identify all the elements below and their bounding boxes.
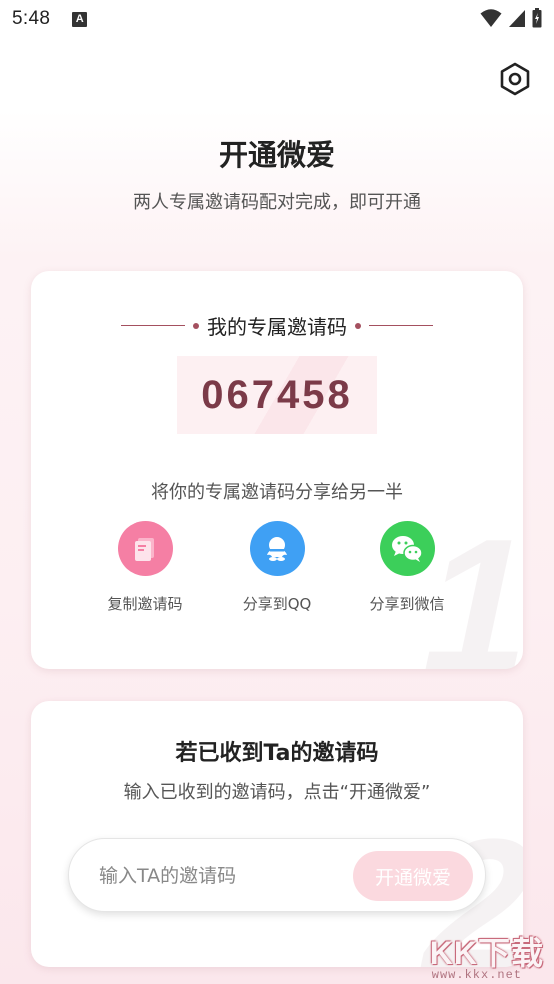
share-qq-button[interactable]: 分享到QQ: [217, 521, 337, 614]
page-title: 开通微爱: [218, 138, 335, 172]
invite-code-heading: 我的专属邀请码: [31, 311, 523, 340]
settings-hexagon-icon: [500, 62, 530, 96]
app-screen: 5:48 A 开通微爱 两人专属邀请码配对完成，即可开通 1 我的专属邀请码 0…: [0, 0, 554, 984]
page-subtitle: 两人专属邀请码配对完成，即可开通: [133, 192, 421, 213]
status-icons: [480, 8, 542, 28]
share-wechat-button[interactable]: 分享到微信: [347, 521, 467, 614]
site-watermark-logo: KK下载 www.kkx.net: [408, 928, 548, 984]
copy-code-button[interactable]: 复制邀请码: [85, 521, 205, 614]
settings-button[interactable]: [496, 60, 534, 98]
site-logo-url: www.kkx.net: [431, 968, 522, 982]
copy-icon: [117, 521, 173, 576]
app-notification-icon: A: [72, 11, 88, 27]
code-input-container: 开通微爱: [68, 838, 486, 912]
invite-code-box[interactable]: 067458: [177, 356, 377, 434]
heading-dot-right: [355, 322, 361, 329]
qq-icon: [249, 521, 305, 576]
share-tip: 将你的专属邀请码分享给另一半: [151, 482, 403, 503]
wechat-icon: [379, 521, 435, 576]
signal-icon: [509, 10, 525, 27]
invite-code-heading-text: 我的专属邀请码: [207, 315, 347, 339]
heading-dot-left: [193, 322, 199, 329]
enter-code-description: 输入已收到的邀请码，点击“开通微爱”: [123, 782, 431, 803]
invite-code-value: 067458: [201, 372, 353, 417]
status-time: 5:48: [12, 8, 51, 29]
share-wechat-label: 分享到微信: [369, 595, 445, 613]
partner-code-input[interactable]: [99, 859, 339, 893]
heading-divider-right: [369, 325, 433, 326]
heading-divider-left: [121, 325, 185, 326]
status-bar: 5:48 A: [0, 0, 554, 38]
my-invite-code-card: 1 我的专属邀请码 067458 将你的专属邀请码分享给另一半 复制邀请码 分享…: [31, 271, 523, 669]
activate-button[interactable]: 开通微爱: [353, 851, 473, 901]
wifi-icon: [480, 9, 502, 27]
share-qq-label: 分享到QQ: [242, 595, 312, 613]
copy-code-label: 复制邀请码: [107, 595, 183, 613]
battery-icon: [532, 8, 542, 28]
enter-code-title: 若已收到Ta的邀请码: [175, 741, 379, 766]
